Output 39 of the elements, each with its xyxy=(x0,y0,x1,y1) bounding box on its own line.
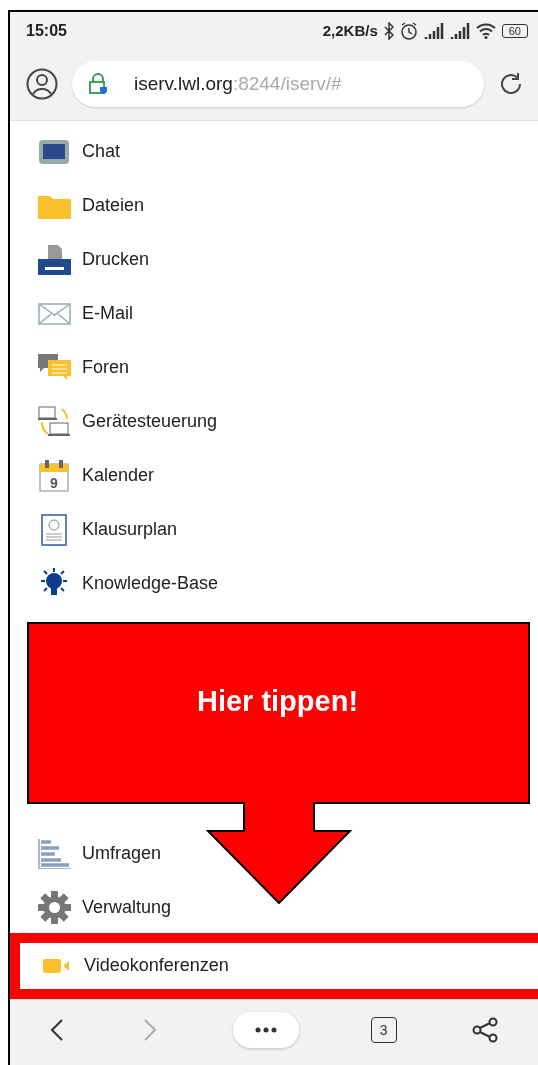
alarm-clock-icon xyxy=(399,21,418,40)
menu-item[interactable]: Chat xyxy=(10,124,538,179)
gear-icon xyxy=(37,891,71,925)
bar-list-icon xyxy=(37,838,71,869)
url-text: iserv.lwl.org:8244/iserv/# xyxy=(134,73,342,96)
network-speed: 2,2KB/s xyxy=(322,22,378,40)
lock-icon xyxy=(88,73,108,96)
address-field[interactable]: iserv.lwl.org:8244/iserv/# xyxy=(72,61,484,108)
menu-item[interactable]: Verwaltung xyxy=(10,880,538,935)
battery-level: 60 xyxy=(501,23,528,38)
envelope-icon xyxy=(37,302,71,325)
printer-icon xyxy=(37,244,71,275)
menu-item[interactable]: Klausurplan xyxy=(10,502,538,557)
menu-item[interactable]: Knowledge-Base xyxy=(10,556,538,611)
dots-icon xyxy=(255,1027,277,1034)
video-camera-icon xyxy=(43,958,69,973)
menu-item[interactable]: E-Mail xyxy=(10,286,538,341)
monitor-icon xyxy=(38,137,70,166)
wifi-icon xyxy=(475,22,496,39)
highlighted-menu-item[interactable]: Videokonferenzen xyxy=(10,932,538,999)
menu-item[interactable]: Foren xyxy=(10,340,538,395)
status-time: 15:05 xyxy=(26,21,67,40)
menu-item[interactable]: Dateien xyxy=(10,178,538,233)
laptops-icon xyxy=(37,405,71,438)
menu-item[interactable]: Umfragen xyxy=(10,826,538,881)
share-icon xyxy=(472,1017,499,1044)
menu-item[interactable]: Drucken xyxy=(10,232,538,287)
chevron-left-icon xyxy=(49,1018,64,1043)
signal-icon xyxy=(423,22,444,39)
menu-item[interactable]: 9 Kalender xyxy=(10,448,538,503)
menu-item[interactable]: Gerätesteuerung xyxy=(10,394,538,449)
bluetooth-icon xyxy=(383,21,394,40)
signal-icon xyxy=(449,22,470,39)
profile-icon[interactable] xyxy=(26,68,58,101)
document-icon xyxy=(41,513,67,546)
callout-text: Hier tippen! xyxy=(195,684,360,718)
chevron-right-icon xyxy=(143,1018,158,1043)
tabs-button[interactable]: 3 xyxy=(370,1017,397,1044)
speech-bubbles-icon xyxy=(37,353,71,382)
